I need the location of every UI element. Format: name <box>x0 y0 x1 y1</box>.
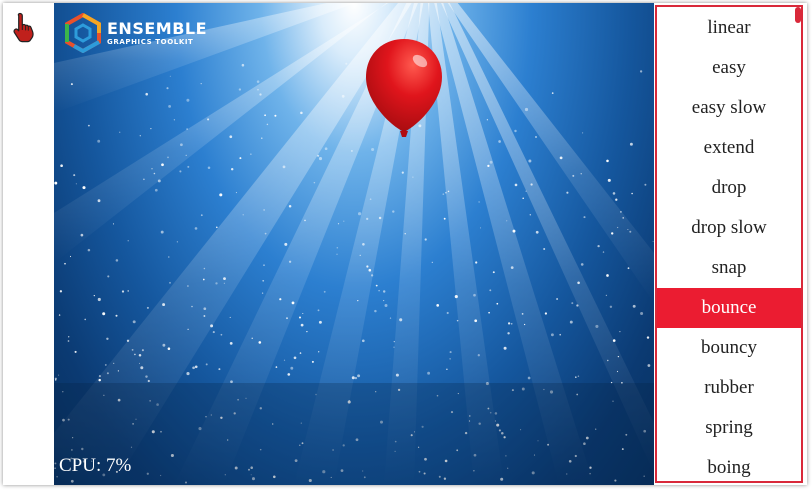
menu-item-linear[interactable]: linear <box>657 8 801 48</box>
red-balloon-icon[interactable] <box>364 37 444 141</box>
menu-item-drop[interactable]: drop <box>657 168 801 208</box>
app-window: ENSEMBLE GRAPHICS TOOLKIT CPU: 7% linear… <box>3 3 807 485</box>
menu-item-drop-slow[interactable]: drop slow <box>657 208 801 248</box>
menu-item-bounce[interactable]: bounce <box>657 288 801 328</box>
menu-item-bouncy[interactable]: bouncy <box>657 328 801 368</box>
menu-item-easy-slow[interactable]: easy slow <box>657 88 801 128</box>
menu-scrollbar[interactable] <box>795 7 801 23</box>
hand-pointer-icon <box>13 12 34 43</box>
menu-item-snap[interactable]: snap <box>657 248 801 288</box>
animation-stage[interactable]: ENSEMBLE GRAPHICS TOOLKIT CPU: 7% <box>54 3 654 485</box>
easing-menu[interactable]: linear easy easy slow extend drop drop slow sn… <box>655 5 803 483</box>
ensemble-hexagon-logo-icon <box>65 13 101 53</box>
light-rays-background <box>54 3 654 485</box>
menu-item-easy[interactable]: easy <box>657 48 801 88</box>
logo-subtitle: GRAPHICS TOOLKIT <box>107 38 194 46</box>
menu-item-boing[interactable]: boing <box>657 448 801 481</box>
menu-item-rubber[interactable]: rubber <box>657 368 801 408</box>
left-gutter <box>3 3 54 485</box>
cpu-usage-label: CPU: 7% <box>59 455 132 476</box>
menu-item-extend[interactable]: extend <box>657 128 801 168</box>
menu-item-spring[interactable]: spring <box>657 408 801 448</box>
ensemble-logo: ENSEMBLE GRAPHICS TOOLKIT <box>64 13 207 53</box>
logo-title: ENSEMBLE <box>107 19 208 38</box>
